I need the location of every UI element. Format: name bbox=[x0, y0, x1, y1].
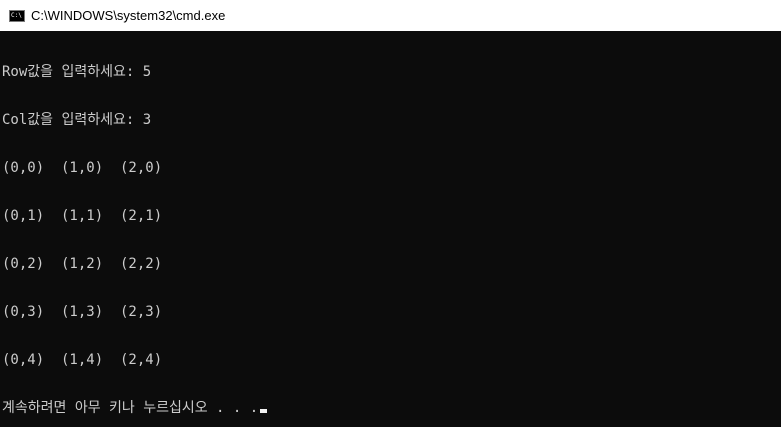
console-output[interactable]: Row값을 입력하세요: 5 Col값을 입력하세요: 3 (0,0) (1,0… bbox=[2, 32, 772, 425]
text-cursor bbox=[260, 409, 268, 413]
console-line: (0,4) (1,4) (2,4) bbox=[2, 352, 163, 368]
title-bar[interactable]: C:\ C:\WINDOWS\system32\cmd.exe bbox=[0, 0, 781, 31]
console-line: Col값을 입력하세요: 3 bbox=[2, 112, 152, 128]
cmd-window: C:\ C:\WINDOWS\system32\cmd.exe Row값을 입력… bbox=[0, 0, 781, 427]
window-title: C:\WINDOWS\system32\cmd.exe bbox=[31, 8, 226, 23]
console-line: (0,0) (1,0) (2,0) bbox=[2, 160, 163, 176]
console-line: (0,2) (1,2) (2,2) bbox=[2, 256, 163, 272]
console-prompt-text: 계속하려면 아무 키나 누르십시오 . . . bbox=[2, 400, 259, 416]
console-line: Row값을 입력하세요: 5 bbox=[2, 64, 152, 80]
cmd-icon: C:\ bbox=[9, 9, 25, 22]
console-line: (0,3) (1,3) (2,3) bbox=[2, 304, 163, 320]
console-prompt-line: 계속하려면 아무 키나 누르십시오 . . . bbox=[2, 400, 772, 416]
console-line: (0,1) (1,1) (2,1) bbox=[2, 208, 163, 224]
vertical-scrollbar[interactable] bbox=[772, 31, 781, 427]
